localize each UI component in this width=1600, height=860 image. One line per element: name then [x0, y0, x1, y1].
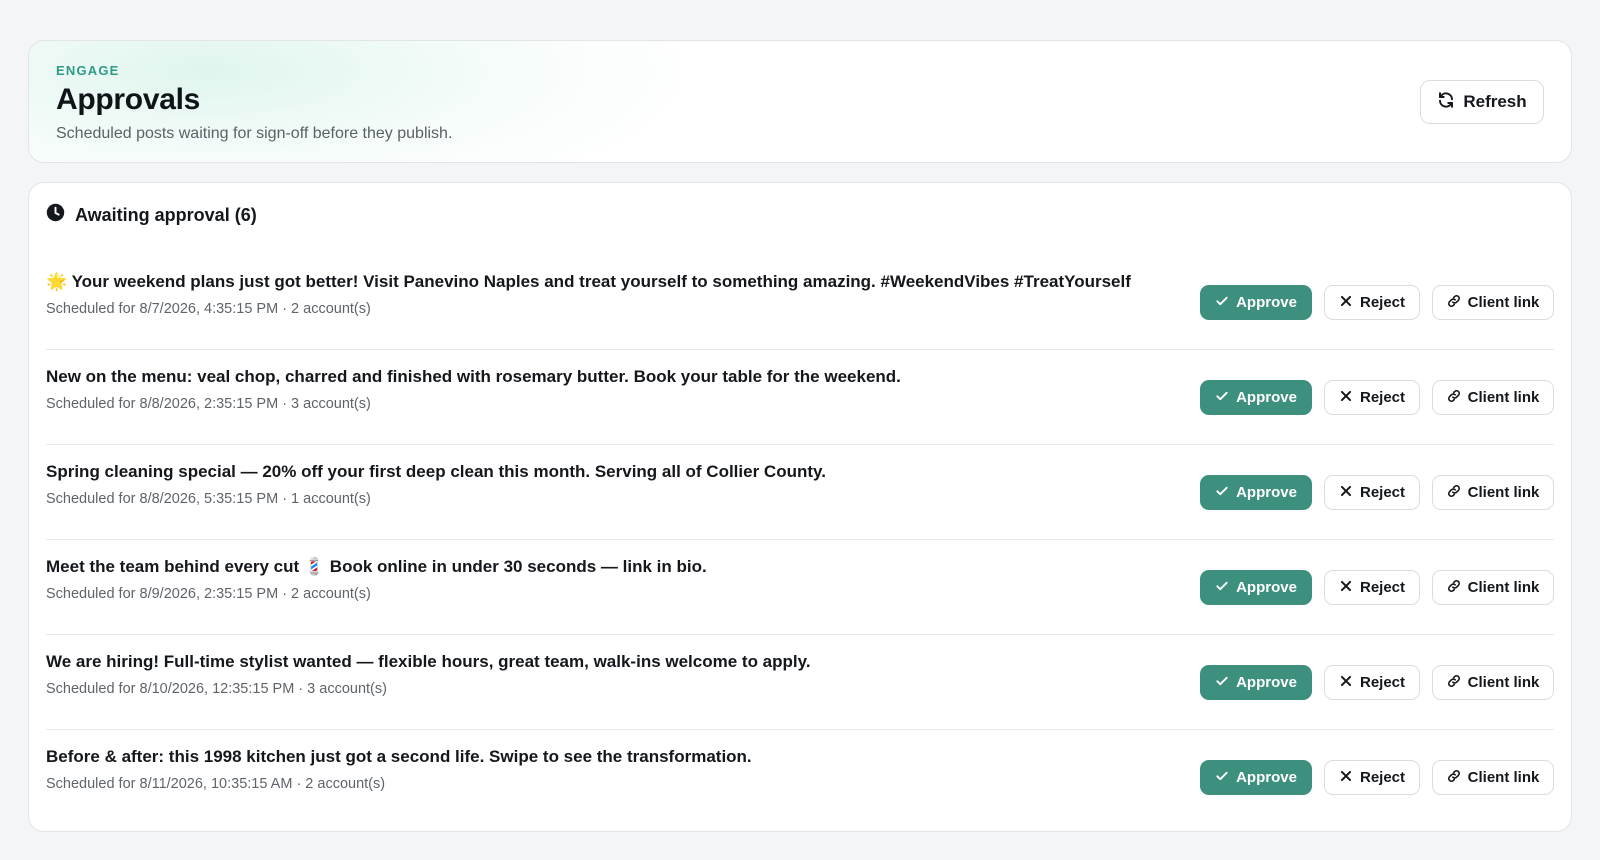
client-link-label: Client link — [1467, 579, 1540, 596]
close-icon — [1339, 389, 1353, 407]
check-icon — [1215, 579, 1229, 597]
client-link-button[interactable]: Client link — [1432, 760, 1554, 795]
approvals-panel: Awaiting approval (6) 🌟 Your weekend pla… — [28, 182, 1572, 832]
client-link-button[interactable]: Client link — [1432, 380, 1554, 415]
reject-button[interactable]: Reject — [1324, 285, 1420, 320]
check-icon — [1215, 294, 1229, 312]
approve-label: Approve — [1236, 769, 1297, 786]
clock-icon — [46, 203, 65, 227]
check-icon — [1215, 769, 1229, 787]
close-icon — [1339, 294, 1353, 312]
page-header: ENGAGE Approvals Scheduled posts waiting… — [28, 40, 1572, 163]
reject-label: Reject — [1359, 484, 1406, 501]
page-subtitle: Scheduled posts waiting for sign-off bef… — [56, 125, 453, 142]
approval-row: Before & after: this 1998 kitchen just g… — [46, 730, 1554, 825]
check-icon — [1215, 674, 1229, 692]
link-icon — [1447, 294, 1461, 312]
post-schedule-meta: Scheduled for 8/7/2026, 4:35:15 PM · 2 a… — [46, 301, 371, 317]
client-link-label: Client link — [1467, 769, 1540, 786]
link-icon — [1447, 579, 1461, 597]
page-title: Approvals — [56, 83, 201, 116]
post-schedule-meta: Scheduled for 8/9/2026, 2:35:15 PM · 2 a… — [46, 586, 371, 602]
client-link-label: Client link — [1467, 389, 1540, 406]
post-text: Spring cleaning special — 20% off your f… — [46, 462, 826, 481]
client-link-button[interactable]: Client link — [1432, 570, 1554, 605]
approve-button[interactable]: Approve — [1200, 380, 1312, 415]
section-eyebrow: ENGAGE — [56, 63, 120, 78]
approve-button[interactable]: Approve — [1200, 570, 1312, 605]
reject-label: Reject — [1359, 674, 1406, 691]
reject-label: Reject — [1359, 579, 1406, 596]
client-link-button[interactable]: Client link — [1432, 285, 1554, 320]
link-icon — [1447, 484, 1461, 502]
check-icon — [1215, 484, 1229, 502]
reject-button[interactable]: Reject — [1324, 665, 1420, 700]
post-text: Meet the team behind every cut 💈 Book on… — [46, 557, 707, 576]
reject-button[interactable]: Reject — [1324, 475, 1420, 510]
reject-label: Reject — [1359, 294, 1406, 311]
close-icon — [1339, 674, 1353, 692]
row-actions: Approve Reject Client link — [1200, 760, 1554, 795]
row-actions: Approve Reject Client link — [1200, 570, 1554, 605]
reject-label: Reject — [1359, 389, 1406, 406]
client-link-label: Client link — [1467, 674, 1540, 691]
approve-label: Approve — [1236, 579, 1297, 596]
reject-button[interactable]: Reject — [1324, 570, 1420, 605]
approve-button[interactable]: Approve — [1200, 285, 1312, 320]
approval-list: 🌟 Your weekend plans just got better! Vi… — [46, 255, 1554, 825]
row-actions: Approve Reject Client link — [1200, 475, 1554, 510]
client-link-button[interactable]: Client link — [1432, 665, 1554, 700]
reject-label: Reject — [1359, 769, 1406, 786]
refresh-button[interactable]: Refresh — [1420, 80, 1544, 124]
link-icon — [1447, 769, 1461, 787]
approval-row: Meet the team behind every cut 💈 Book on… — [46, 540, 1554, 635]
link-icon — [1447, 389, 1461, 407]
approval-row: 🌟 Your weekend plans just got better! Vi… — [46, 255, 1554, 350]
approve-label: Approve — [1236, 389, 1297, 406]
section-title: Awaiting approval (6) — [75, 204, 257, 225]
approve-button[interactable]: Approve — [1200, 760, 1312, 795]
refresh-icon — [1437, 91, 1455, 114]
post-text: Before & after: this 1998 kitchen just g… — [46, 747, 752, 766]
approval-row: New on the menu: veal chop, charred and … — [46, 350, 1554, 445]
approval-row: Spring cleaning special — 20% off your f… — [46, 445, 1554, 540]
approval-row: We are hiring! Full-time stylist wanted … — [46, 635, 1554, 730]
approve-button[interactable]: Approve — [1200, 665, 1312, 700]
post-schedule-meta: Scheduled for 8/8/2026, 5:35:15 PM · 1 a… — [46, 491, 371, 507]
post-schedule-meta: Scheduled for 8/11/2026, 10:35:15 AM · 2… — [46, 776, 386, 792]
row-actions: Approve Reject Client link — [1200, 665, 1554, 700]
section-header: Awaiting approval (6) — [46, 203, 257, 227]
client-link-label: Client link — [1467, 484, 1540, 501]
post-schedule-meta: Scheduled for 8/10/2026, 12:35:15 PM · 3… — [46, 681, 387, 697]
approve-label: Approve — [1236, 484, 1297, 501]
approve-button[interactable]: Approve — [1200, 475, 1312, 510]
refresh-label: Refresh — [1463, 92, 1527, 111]
approve-label: Approve — [1236, 674, 1297, 691]
post-text: We are hiring! Full-time stylist wanted … — [46, 652, 811, 671]
close-icon — [1339, 769, 1353, 787]
close-icon — [1339, 579, 1353, 597]
post-schedule-meta: Scheduled for 8/8/2026, 2:35:15 PM · 3 a… — [46, 396, 371, 412]
row-actions: Approve Reject Client link — [1200, 380, 1554, 415]
client-link-label: Client link — [1467, 294, 1540, 311]
link-icon — [1447, 674, 1461, 692]
reject-button[interactable]: Reject — [1324, 380, 1420, 415]
approve-label: Approve — [1236, 294, 1297, 311]
client-link-button[interactable]: Client link — [1432, 475, 1554, 510]
post-text: New on the menu: veal chop, charred and … — [46, 367, 901, 386]
post-text: 🌟 Your weekend plans just got better! Vi… — [46, 272, 1131, 291]
check-icon — [1215, 389, 1229, 407]
row-actions: Approve Reject Client link — [1200, 285, 1554, 320]
close-icon — [1339, 484, 1353, 502]
reject-button[interactable]: Reject — [1324, 760, 1420, 795]
